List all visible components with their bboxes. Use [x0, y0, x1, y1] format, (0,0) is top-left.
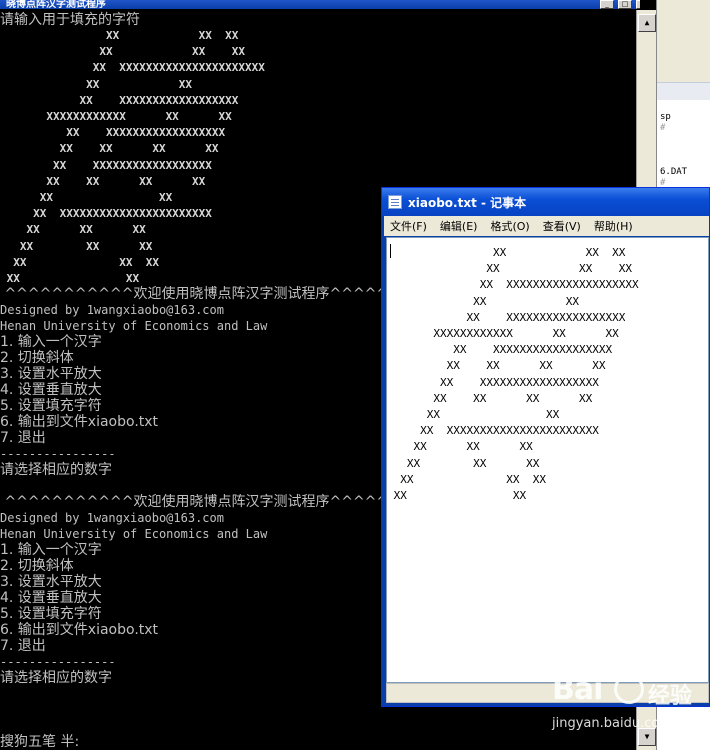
console-art-line: XX XX	[0, 191, 173, 204]
notepad-line: XX XX XX	[387, 456, 540, 470]
notepad-window[interactable]: xiaobo.txt - 记事本 文件(F) 编辑(E) 格式(O) 查看(V)…	[381, 187, 710, 707]
notepad-title: xiaobo.txt - 记事本	[408, 196, 527, 210]
notepad-line: XX XXXXXXXXXXXXXXXXXX	[387, 375, 599, 389]
notepad-line: XX XXXXXXXXXXXXXXXXXX	[387, 343, 613, 357]
notepad-line: XX XX	[387, 294, 580, 308]
menu-option: 5. 设置填充字符	[0, 398, 102, 414]
menu-option: 7. 退出	[0, 430, 46, 446]
menu-option: 2. 切换斜体	[0, 350, 74, 366]
notepad-menubar: 文件(F) 编辑(E) 格式(O) 查看(V) 帮助(H)	[384, 216, 709, 236]
notepad-horizontal-scrollbar[interactable]	[386, 683, 709, 703]
console-art-line: XX XX XX XX	[0, 174, 206, 188]
menu-help[interactable]: 帮助(H)	[594, 218, 633, 234]
console-art-line: XX XXXXXXXXXXXXXXXXXXXXXXX	[0, 207, 212, 221]
bg-hash-1: #	[660, 123, 666, 133]
close-button[interactable]: ×	[636, 0, 640, 9]
menu-format[interactable]: 格式(O)	[490, 218, 529, 234]
menu-option: 1. 输入一个汉字	[0, 334, 102, 350]
notepad-line: XXXXXXXXXXXX XX XX	[387, 327, 619, 340]
choose-number-prompt: 请选择相应的数字	[0, 670, 112, 686]
ime-status: 搜狗五笔 半:	[0, 734, 80, 750]
menu-view[interactable]: 查看(V)	[543, 218, 581, 234]
background-window-header	[657, 82, 710, 100]
maximize-button[interactable]: □	[618, 0, 632, 9]
school-text: Henan University of Economics and Law	[0, 319, 268, 333]
minimize-button[interactable]: _	[600, 0, 614, 9]
console-art-line: XX XX XX	[0, 29, 239, 42]
scroll-up-arrow-icon[interactable]: ▲	[638, 14, 656, 32]
notepad-line: XX XX XX	[387, 472, 546, 486]
notepad-line: XX XX XX	[387, 440, 533, 454]
menu-option: 6. 输出到文件xiaobo.txt	[0, 414, 159, 430]
menu-option: 4. 设置垂直放大	[0, 590, 102, 606]
console-title: 晓博点阵汉字测试程序	[6, 0, 106, 9]
menu-option: 5. 设置填充字符	[0, 606, 102, 622]
notepad-titlebar[interactable]: xiaobo.txt - 记事本	[382, 188, 709, 216]
scroll-down-arrow-icon[interactable]: ▼	[638, 728, 656, 746]
console-art-line: XX XX XX	[0, 45, 246, 59]
menu-edit[interactable]: 编辑(E)	[440, 218, 478, 234]
console-art-line: XX XX XX	[0, 255, 159, 269]
choose-number-prompt: 请选择相应的数字	[0, 462, 112, 478]
notepad-line: XX XX XX	[387, 246, 626, 259]
notepad-line: XX XX	[387, 489, 527, 502]
bg-text-sp: sp	[660, 112, 671, 122]
console-art-line: XX XX	[0, 77, 193, 91]
console-art-line: XX XXXXXXXXXXXXXXXXXX	[0, 126, 226, 140]
menu-divider: ----------------	[0, 655, 116, 669]
notepad-line: XX XX XX	[387, 262, 633, 276]
menu-option: 3. 设置水平放大	[0, 574, 102, 590]
fill-char-prompt: 请输入用于填充的字符	[0, 12, 140, 28]
designed-by-text: Designed by 1wangxiaobo@163.com	[0, 303, 224, 317]
notepad-line: XX XXXXXXXXXXXXXXXXXXXX	[387, 278, 639, 292]
notepad-line: XX XXXXXXXXXXXXXXXXXX	[387, 310, 626, 324]
console-art-line: XX XX XX XX	[0, 142, 219, 156]
console-titlebar[interactable]: 晓博点阵汉字测试程序 _ □ ×	[0, 0, 640, 9]
designed-by-text: Designed by 1wangxiaobo@163.com	[0, 511, 224, 525]
notepad-line: XX XX	[387, 408, 560, 421]
console-art-line: XX XXXXXXXXXXXXXXXXXXXXXX	[0, 61, 265, 75]
console-art-line: XXXXXXXXXXXX XX XX	[0, 110, 232, 123]
notepad-line: XX XX XX XX	[387, 359, 606, 373]
menu-option: 6. 输出到文件xiaobo.txt	[0, 622, 159, 638]
bg-text-dat: 6.DAT	[660, 167, 688, 177]
console-art-line: XX XX	[0, 272, 140, 285]
menu-option: 1. 输入一个汉字	[0, 542, 102, 558]
notepad-line: XX XX XX XX	[387, 391, 593, 405]
menu-divider: ----------------	[0, 447, 116, 461]
menu-option: 3. 设置水平放大	[0, 366, 102, 382]
menu-option: 7. 退出	[0, 638, 46, 654]
school-text: Henan University of Economics and Law	[0, 527, 268, 541]
notepad-app-icon[interactable]	[388, 195, 402, 209]
console-art-line: XX XXXXXXXXXXXXXXXXXX	[0, 158, 212, 172]
notepad-text-area[interactable]: XX XX XX XX XX XX XX XXXXXXXXXXXXXXXXXXX…	[386, 237, 709, 683]
notepad-line: XX XXXXXXXXXXXXXXXXXXXXXXX	[387, 424, 599, 438]
menu-file[interactable]: 文件(F)	[390, 218, 427, 234]
console-art-line: XX XXXXXXXXXXXXXXXXXX	[0, 93, 239, 107]
console-art-line: XX XX XX	[0, 223, 146, 237]
console-art-line: XX XX XX	[0, 239, 153, 253]
menu-option: 4. 设置垂直放大	[0, 382, 102, 398]
menu-option: 2. 切换斜体	[0, 558, 74, 574]
console-window-controls: _ □ ×	[600, 0, 640, 9]
